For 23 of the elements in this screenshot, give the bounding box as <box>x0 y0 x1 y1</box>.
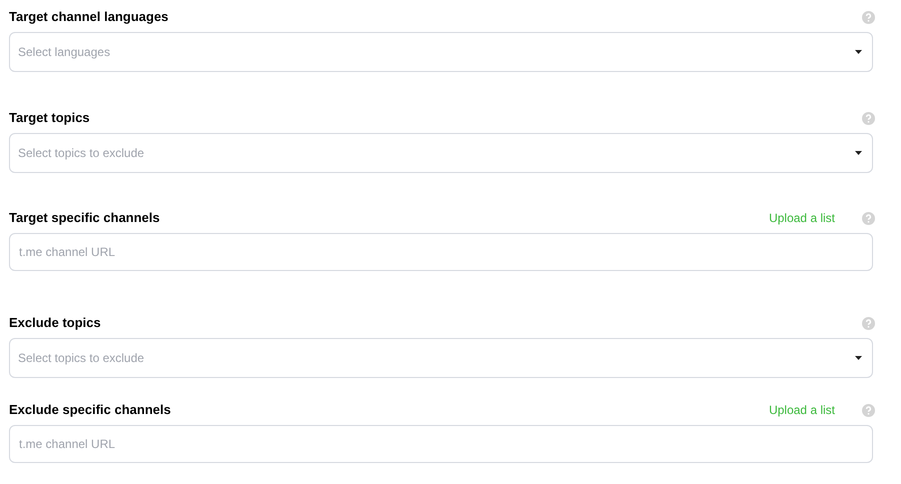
select-field[interactable]: Select topics to exclude <box>9 338 873 378</box>
caret-icon <box>855 50 862 54</box>
select-field[interactable]: Select languages <box>9 32 873 72</box>
url-input[interactable]: t.me channel URL <box>9 425 873 463</box>
field-label: Exclude specific channels <box>9 401 171 420</box>
help-icon[interactable] <box>862 212 875 224</box>
caret-icon <box>855 151 862 155</box>
field-label: Target specific channels <box>9 209 160 228</box>
upload-link[interactable]: Upload a list <box>768 209 835 227</box>
field-label: Target topics <box>9 109 90 128</box>
caret-icon <box>855 356 862 360</box>
help-icon[interactable] <box>862 10 875 24</box>
select-placeholder: Select topics to exclude <box>18 350 146 367</box>
help-icon[interactable] <box>862 404 875 416</box>
help-icon[interactable] <box>862 316 875 330</box>
select-placeholder: Select topics to exclude <box>18 145 146 162</box>
select-field[interactable]: Select topics to exclude <box>9 133 873 173</box>
help-icon[interactable] <box>862 112 875 124</box>
field-label: Exclude topics <box>9 314 101 332</box>
url-input[interactable]: t.me channel URL <box>9 233 873 271</box>
select-placeholder: Select languages <box>18 44 112 61</box>
field-label: Target channel languages <box>9 8 168 26</box>
upload-link[interactable]: Upload a list <box>768 401 835 419</box>
